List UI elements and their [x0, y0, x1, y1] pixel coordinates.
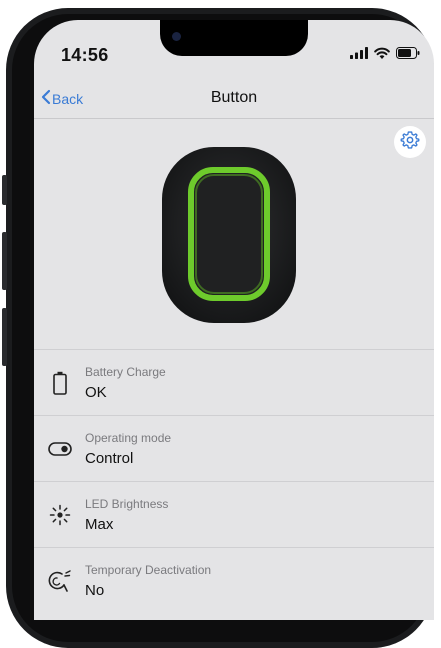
phone-volume-up: [2, 232, 7, 290]
notch: [160, 20, 308, 56]
list-item-battery: Battery Charge OK: [34, 349, 434, 415]
device-image: [160, 145, 298, 325]
phone-volume-down: [2, 308, 7, 366]
list-item-led-brightness: LED Brightness Max: [34, 481, 434, 547]
operating-mode-label: Operating mode: [85, 431, 172, 445]
wifi-icon: [374, 46, 390, 64]
phone-side-button: [2, 175, 7, 205]
signal-icon: [350, 46, 368, 64]
status-icons: [350, 46, 420, 64]
brightness-icon: [48, 502, 72, 528]
page-title: Button: [210, 89, 258, 106]
battery-status-icon: [396, 46, 420, 64]
device-info-list: Battery Charge OK Operating mode Control: [34, 349, 434, 613]
toggle-icon: [48, 436, 72, 462]
temporary-deactivation-value: No: [85, 582, 105, 599]
status-time: 14:56: [61, 45, 109, 65]
deactivation-icon: [48, 568, 72, 594]
list-item-operating-mode: Operating mode Control: [34, 415, 434, 481]
battery-icon: [48, 370, 72, 396]
led-brightness-value: Max: [85, 516, 114, 533]
front-camera: [172, 32, 181, 41]
screen: 14:56 Back Button Battery Charge OK Oper…: [34, 20, 434, 620]
temporary-deactivation-label: Temporary Deactivation: [85, 563, 212, 577]
battery-charge-label: Battery Charge: [85, 365, 166, 379]
settings-button[interactable]: [394, 126, 426, 158]
led-brightness-label: LED Brightness: [85, 497, 169, 511]
list-item-temporary-deactivation: Temporary Deactivation No: [34, 547, 434, 613]
navigation-bar: Back Button: [34, 76, 434, 119]
gear-icon: [400, 130, 420, 155]
battery-charge-value: OK: [85, 384, 107, 401]
operating-mode-value: Control: [85, 450, 134, 467]
